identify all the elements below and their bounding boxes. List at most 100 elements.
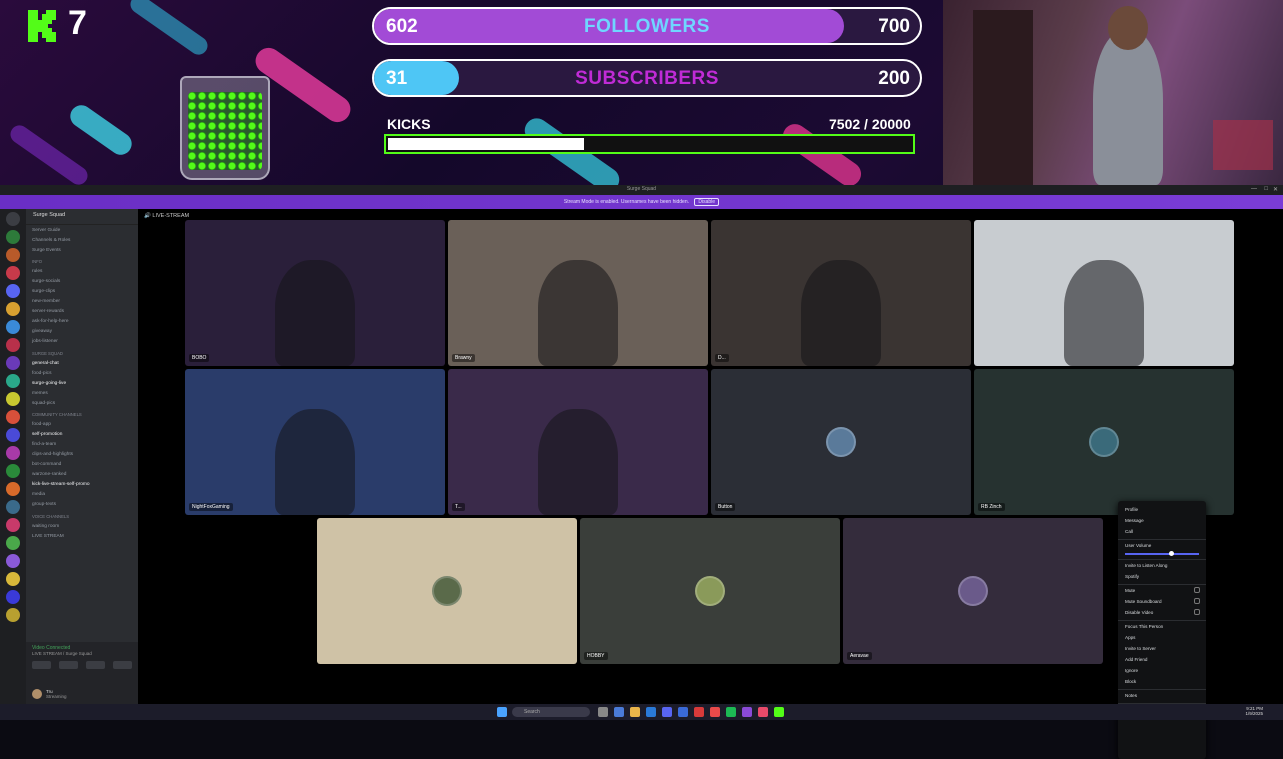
app-icon[interactable] — [694, 707, 704, 717]
taskbar-clock[interactable]: 9:21 PM 1/9/2025 — [1245, 706, 1263, 716]
app-icon[interactable] — [742, 707, 752, 717]
file-explorer-icon[interactable] — [630, 707, 640, 717]
server-name[interactable]: Surge Squad — [26, 209, 138, 225]
context-menu-item[interactable]: Profile — [1118, 504, 1206, 515]
server-icon[interactable] — [6, 338, 20, 352]
context-menu-item[interactable]: Add Friend — [1118, 654, 1206, 665]
channel-item[interactable]: surge-clips — [26, 287, 138, 297]
channel-item[interactable]: general-chat — [26, 358, 138, 368]
participant-tile[interactable] — [974, 220, 1234, 366]
checkbox-icon[interactable] — [1194, 609, 1200, 615]
voice-channel-path[interactable]: LIVE STREAM / Surge Squad — [32, 651, 132, 656]
server-icon[interactable] — [6, 248, 20, 262]
server-icon[interactable] — [6, 446, 20, 460]
server-icon[interactable] — [6, 284, 20, 298]
participant-tile[interactable]: Button — [711, 369, 971, 515]
context-menu-item[interactable]: Mute — [1118, 584, 1206, 596]
participant-tile[interactable]: Aeravae — [843, 518, 1103, 664]
server-icon[interactable] — [6, 536, 20, 550]
server-icon[interactable] — [6, 554, 20, 568]
context-menu-item[interactable]: Spotify — [1118, 571, 1206, 582]
participant-tile[interactable]: RB Zinch — [974, 369, 1234, 515]
app-icon[interactable] — [678, 707, 688, 717]
server-icon[interactable] — [6, 320, 20, 334]
channel-item[interactable]: clips-and-highlights — [26, 450, 138, 460]
user-volume-slider[interactable] — [1125, 551, 1199, 556]
participant-tile[interactable]: BOBO — [185, 220, 445, 366]
server-icon[interactable] — [6, 266, 20, 280]
channel-item[interactable]: Surge Events — [26, 245, 138, 255]
server-icon[interactable] — [6, 608, 20, 622]
channel-category[interactable]: community channels — [26, 408, 138, 420]
chrome-icon[interactable] — [710, 707, 720, 717]
maximize-icon[interactable]: □ — [1264, 186, 1268, 192]
obs-icon[interactable] — [758, 707, 768, 717]
context-menu-item[interactable]: Ignore — [1118, 665, 1206, 676]
channel-item[interactable]: squad-pics — [26, 398, 138, 408]
channel-item[interactable]: food-pics — [26, 368, 138, 378]
server-icon[interactable] — [6, 518, 20, 532]
minimize-icon[interactable]: — — [1251, 186, 1257, 192]
start-icon[interactable] — [497, 707, 507, 717]
avatar[interactable] — [32, 689, 42, 699]
channel-item[interactable]: surge-socials — [26, 277, 138, 287]
server-icon[interactable] — [6, 356, 20, 370]
kick-icon[interactable] — [774, 707, 784, 717]
checkbox-icon[interactable] — [1194, 587, 1200, 593]
channel-item[interactable]: rules — [26, 267, 138, 277]
taskbar-search[interactable]: Search — [512, 707, 590, 717]
participant-tile[interactable]: NightFoxGaming — [185, 369, 445, 515]
context-menu-item[interactable]: Apps — [1118, 632, 1206, 643]
participant-tile[interactable]: D... — [711, 220, 971, 366]
channel-item[interactable]: media — [26, 490, 138, 500]
context-menu-item[interactable]: Call — [1118, 526, 1206, 537]
disable-stream-mode-button[interactable]: Disable — [694, 198, 720, 206]
checkbox-icon[interactable] — [1194, 598, 1200, 604]
context-menu-item[interactable]: User Volume — [1118, 539, 1206, 551]
screen-share-button[interactable] — [59, 661, 78, 669]
participant-tile[interactable] — [317, 518, 577, 664]
channel-item[interactable]: giveaway — [26, 327, 138, 337]
context-menu-item[interactable]: Block — [1118, 676, 1206, 687]
activity-button[interactable] — [86, 661, 105, 669]
server-icon[interactable] — [6, 392, 20, 406]
channel-category[interactable]: Voice Channels — [26, 510, 138, 522]
close-icon[interactable]: ✕ — [1273, 186, 1278, 193]
server-icon[interactable] — [6, 428, 20, 442]
channel-item[interactable]: ask-for-help-here — [26, 317, 138, 327]
participant-tile[interactable]: Brawny — [448, 220, 708, 366]
context-menu-item[interactable]: Invite to Listen Along — [1118, 559, 1206, 571]
server-icon[interactable] — [6, 482, 20, 496]
channel-item[interactable]: bot-command — [26, 460, 138, 470]
server-icon[interactable] — [6, 212, 20, 226]
app-icon[interactable] — [614, 707, 624, 717]
channel-category[interactable]: info — [26, 255, 138, 267]
channel-item[interactable]: find-a-team — [26, 440, 138, 450]
context-menu-item[interactable]: Focus This Person — [1118, 620, 1206, 632]
context-menu-item[interactable]: Message — [1118, 515, 1206, 526]
spotify-icon[interactable] — [726, 707, 736, 717]
channel-item[interactable]: jobs-listener — [26, 337, 138, 347]
channel-item[interactable]: Channels & Roles — [26, 235, 138, 245]
server-icon[interactable] — [6, 590, 20, 604]
server-icon[interactable] — [6, 374, 20, 388]
channel-item[interactable]: group-texts — [26, 500, 138, 510]
discord-icon[interactable] — [662, 707, 672, 717]
channel-item[interactable]: server-rewards — [26, 307, 138, 317]
context-menu-item[interactable]: Notes — [1118, 689, 1206, 701]
channel-item[interactable]: self-promotion — [26, 430, 138, 440]
server-icon[interactable] — [6, 464, 20, 478]
context-menu-item[interactable]: Mute Soundboard — [1118, 596, 1206, 607]
channel-item[interactable]: food-app — [26, 420, 138, 430]
channel-item[interactable]: surge-going-live — [26, 378, 138, 388]
server-icon[interactable] — [6, 410, 20, 424]
browser-icon[interactable] — [646, 707, 656, 717]
channel-category[interactable]: SURGE SQUAD — [26, 347, 138, 359]
channel-item[interactable]: memes — [26, 388, 138, 398]
context-menu-item[interactable]: Disable Video — [1118, 607, 1206, 618]
soundboard-button[interactable] — [113, 661, 132, 669]
server-icon[interactable] — [6, 230, 20, 244]
server-icon[interactable] — [6, 572, 20, 586]
channel-item[interactable]: kick-live-stream-self-promo — [26, 480, 138, 490]
camera-button[interactable] — [32, 661, 51, 669]
